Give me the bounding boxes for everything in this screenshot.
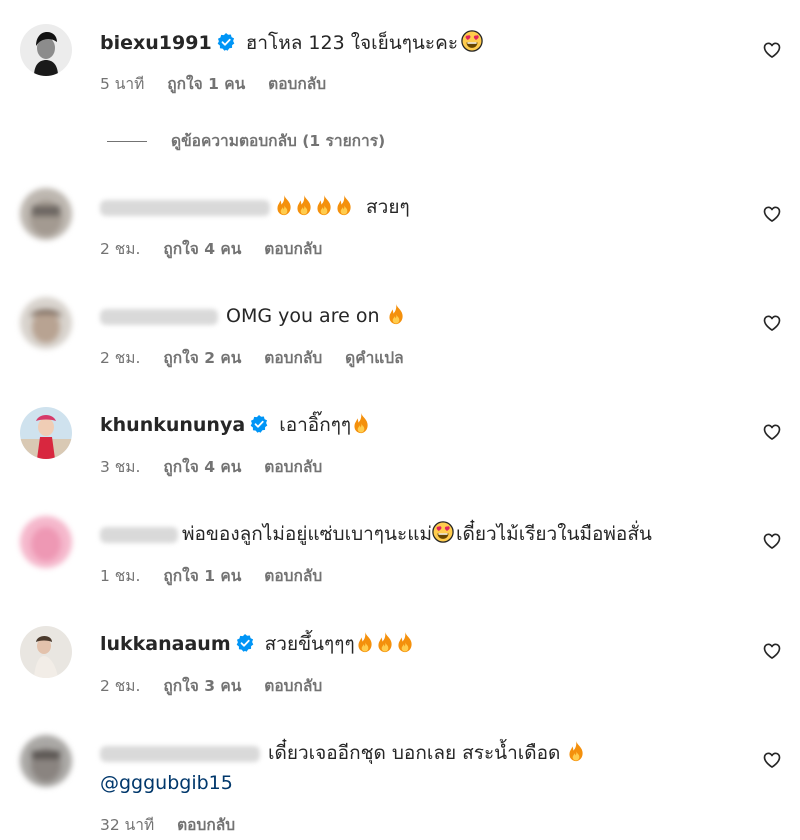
like-heart-icon[interactable] (762, 422, 782, 442)
username-blurred[interactable] (100, 526, 178, 543)
avatar[interactable] (20, 407, 72, 459)
divider (107, 141, 147, 142)
avatar[interactable] (20, 516, 72, 568)
comment-time[interactable]: 1 ชม. (100, 567, 140, 585)
mention-link[interactable]: @gggubgib15 (100, 772, 233, 794)
like-heart-icon[interactable] (762, 641, 782, 661)
comment-line: เดี๋ยวเจออีกชุด บอกเลย สระน้ำเดือด (100, 739, 586, 767)
comment-text: สวยขึ้นๆๆๆ (264, 633, 355, 655)
fire-emoji-icon (395, 631, 415, 653)
username-blurred[interactable] (100, 308, 218, 325)
like-heart-icon[interactable] (762, 750, 782, 770)
fire-emojis (355, 630, 415, 658)
fire-emojis (274, 193, 354, 221)
fire-emoji-icon (355, 631, 375, 653)
fire-emoji-icon (314, 194, 334, 216)
comment-line: พ่อของลูกไม่อยู่แซ่บเบาๆนะแม่ เดี๋ยวไม้เร… (100, 520, 652, 548)
comment-line: สวยๆ (100, 193, 410, 221)
like-heart-icon[interactable] (762, 40, 782, 60)
reply-button[interactable]: ตอบกลับ (264, 458, 322, 476)
likes-count[interactable]: ถูกใจ 3 คน (163, 677, 241, 695)
comment-time[interactable]: 2 ชม. (100, 677, 140, 695)
reply-button[interactable]: ตอบกลับ (264, 567, 322, 585)
avatar[interactable] (20, 626, 72, 678)
comment-text: พ่อของลูกไม่อยู่แซ่บเบาๆนะแม่ (182, 523, 432, 545)
view-replies-button[interactable]: ดูข้อความตอบกลับ (1 รายการ) (107, 128, 385, 153)
username[interactable]: khunkununya (100, 414, 245, 436)
comment-meta: 32 นาที ตอบกลับ (100, 812, 253, 837)
avatar[interactable] (20, 297, 72, 349)
comment-text-continued: เดี๋ยวไม้เรียวในมือพ่อสั่น (455, 523, 652, 545)
comment-meta: 2 ชม. ถูกใจ 2 คน ตอบกลับ ดูคำแปล (100, 345, 422, 370)
comment-line: OMG you are on (100, 302, 406, 330)
username-blurred[interactable] (100, 199, 270, 216)
avatar[interactable] (20, 735, 72, 787)
fire-emoji-icon (294, 194, 314, 216)
mention-line: @gggubgib15 (100, 769, 233, 797)
fire-emoji-icon (274, 194, 294, 216)
comment-meta: 5 นาที ถูกใจ 1 คน ตอบกลับ (100, 71, 344, 96)
reply-button[interactable]: ตอบกลับ (264, 677, 322, 695)
reply-button[interactable]: ตอบกลับ (264, 240, 322, 258)
comment-text: ฮาโหล 123 ใจเย็นๆนะคะ (245, 32, 459, 54)
comment-meta: 1 ชม. ถูกใจ 1 คน ตอบกลับ (100, 563, 340, 588)
heart-eyes-emoji-icon (461, 30, 483, 52)
comment-line: lukkanaaum สวยขึ้นๆๆๆ (100, 630, 415, 658)
reply-button[interactable]: ตอบกลับ (264, 349, 322, 367)
see-translation-button[interactable]: ดูคำแปล (345, 349, 403, 367)
avatar[interactable] (20, 24, 72, 76)
username[interactable]: biexu1991 (100, 32, 212, 54)
comment-time[interactable]: 3 ชม. (100, 458, 140, 476)
reply-button[interactable]: ตอบกลับ (268, 75, 326, 93)
fire-emoji-icon (566, 740, 586, 762)
avatar[interactable] (20, 188, 72, 240)
verified-badge-icon (249, 414, 269, 434)
likes-count[interactable]: ถูกใจ 1 คน (163, 567, 241, 585)
comment-meta: 3 ชม. ถูกใจ 4 คน ตอบกลับ (100, 454, 340, 479)
fire-emoji-icon (375, 631, 395, 653)
like-heart-icon[interactable] (762, 313, 782, 333)
comment-line: khunkununya เอาอิ๊กๆๆ (100, 411, 371, 439)
fire-emoji-icon (334, 194, 354, 216)
likes-count[interactable]: ถูกใจ 1 คน (167, 75, 245, 93)
reply-button[interactable]: ตอบกลับ (177, 816, 235, 834)
likes-count[interactable]: ถูกใจ 4 คน (163, 240, 241, 258)
username-blurred[interactable] (100, 745, 260, 762)
heart-eyes-emoji-icon (432, 521, 454, 543)
comment-time[interactable]: 5 นาที (100, 75, 144, 93)
likes-count[interactable]: ถูกใจ 4 คน (163, 458, 241, 476)
like-heart-icon[interactable] (762, 204, 782, 224)
comment-meta: 2 ชม. ถูกใจ 3 คน ตอบกลับ (100, 673, 340, 698)
comment-time[interactable]: 2 ชม. (100, 240, 140, 258)
comment-line: biexu1991 ฮาโหล 123 ใจเย็นๆนะคะ (100, 29, 483, 57)
username[interactable]: lukkanaaum (100, 633, 231, 655)
fire-emoji-icon (386, 303, 406, 325)
comment-meta: 2 ชม. ถูกใจ 4 คน ตอบกลับ (100, 236, 340, 261)
like-heart-icon[interactable] (762, 531, 782, 551)
view-replies-label: ดูข้อความตอบกลับ (1 รายการ) (171, 132, 386, 150)
comment-text: สวยๆ (366, 196, 410, 218)
comment-text: เดี๋ยวเจออีกชุด บอกเลย สระน้ำเดือด (268, 742, 561, 764)
verified-badge-icon (216, 32, 236, 52)
comment-text: OMG you are on (226, 305, 380, 327)
verified-badge-icon (235, 633, 255, 653)
comment-time[interactable]: 2 ชม. (100, 349, 140, 367)
fire-emoji-icon (351, 412, 371, 434)
comment-text: เอาอิ๊กๆๆ (279, 414, 352, 436)
comment-time[interactable]: 32 นาที (100, 816, 154, 834)
likes-count[interactable]: ถูกใจ 2 คน (163, 349, 241, 367)
